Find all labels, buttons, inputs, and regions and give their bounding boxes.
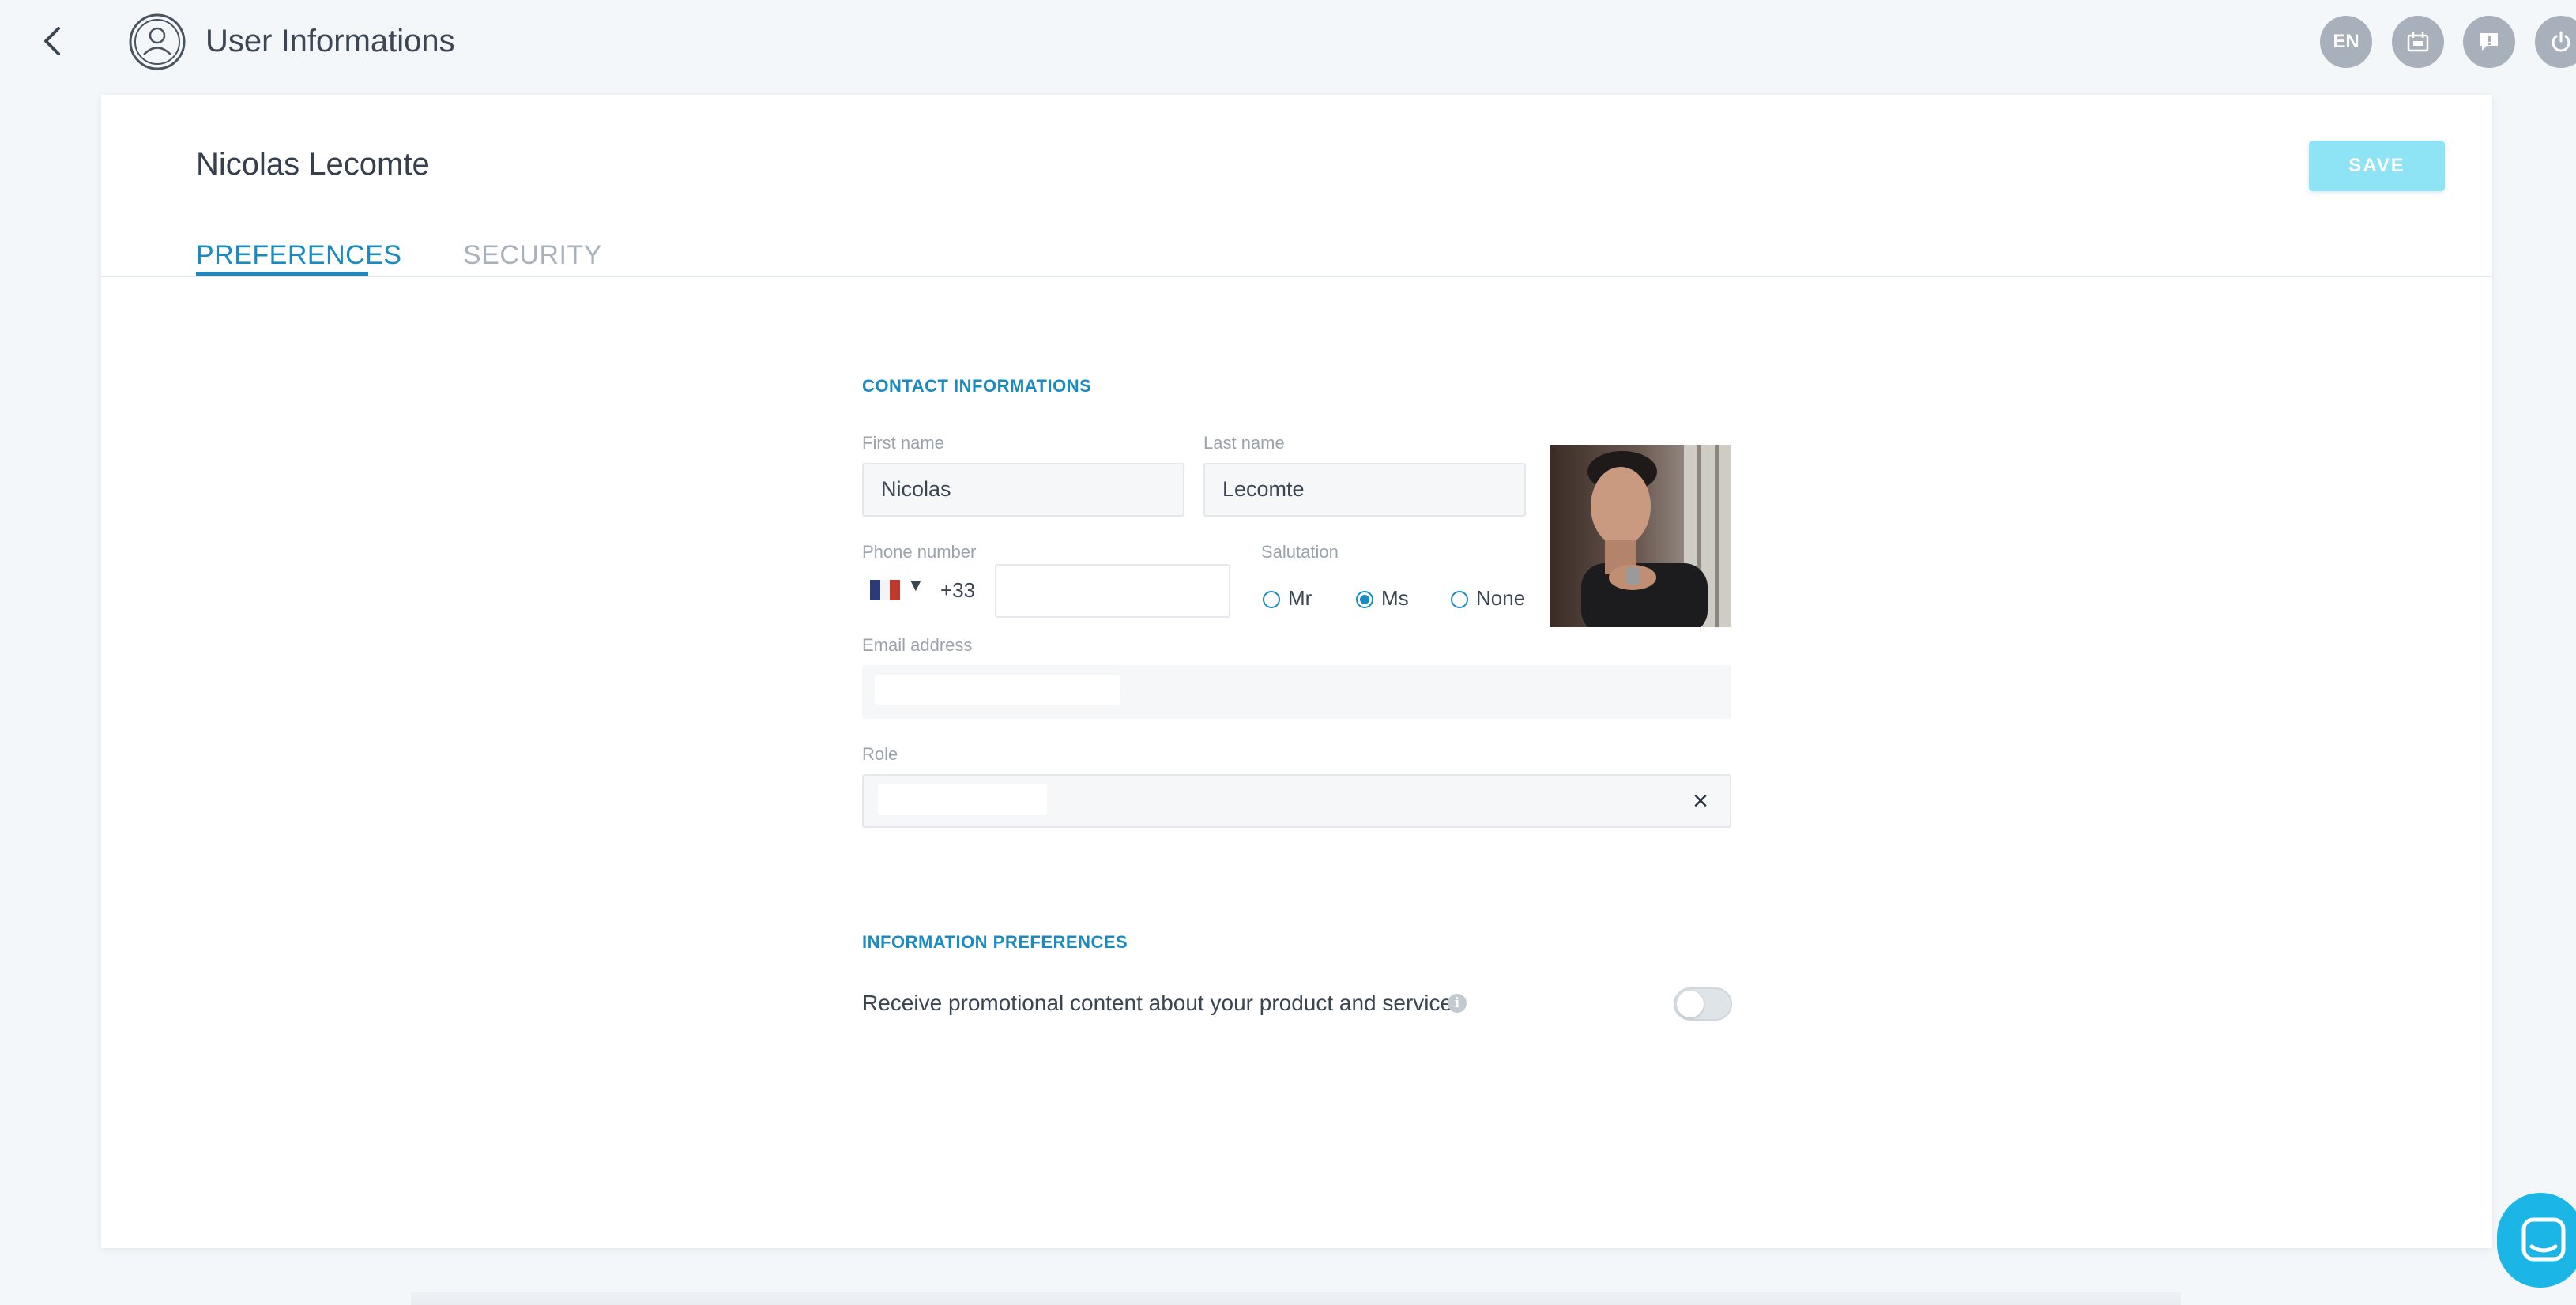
page-title: User Informations [205, 24, 455, 58]
chat-button[interactable] [2497, 1193, 2576, 1288]
user-avatar-icon [128, 13, 186, 71]
tab-preferences[interactable]: PREFERENCES [196, 237, 402, 273]
footer-shadow [411, 1292, 2181, 1305]
last-name-value: Lecomte [1222, 477, 1305, 501]
calendar-icon [2407, 32, 2429, 52]
tab-security[interactable]: SECURITY [463, 237, 602, 273]
role-label: Role [862, 744, 898, 764]
calendar-button[interactable] [2392, 16, 2444, 68]
profile-photo[interactable] [1550, 445, 1731, 627]
phone-number-field[interactable] [995, 564, 1230, 618]
salutation-radio-ms[interactable] [1356, 591, 1373, 608]
last-name-label: Last name [1203, 433, 1285, 453]
email-value-redacted [875, 675, 1120, 705]
tabs-divider [101, 276, 2492, 277]
promo-toggle[interactable] [1674, 987, 1732, 1021]
feedback-button[interactable] [2463, 16, 2515, 68]
back-button[interactable] [38, 24, 70, 58]
role-value-redacted [878, 784, 1047, 815]
user-display-name: Nicolas Lecomte [196, 147, 430, 182]
salutation-label-none[interactable]: None [1476, 586, 1525, 611]
feedback-icon [2480, 33, 2498, 51]
france-flag-icon[interactable] [870, 580, 901, 600]
language-button[interactable]: EN [2320, 16, 2372, 68]
contact-section-title: CONTACT INFORMATIONS [862, 376, 1092, 396]
email-label: Email address [862, 635, 973, 655]
phone-country-code: +33 [940, 578, 976, 602]
toggle-knob [1677, 991, 1704, 1017]
caret-down-icon[interactable]: ▼ [907, 575, 925, 596]
chat-icon [2521, 1217, 2566, 1262]
chevron-left-icon [44, 27, 60, 55]
salutation-radio-none[interactable] [1451, 591, 1468, 608]
power-button[interactable] [2535, 16, 2576, 68]
salutation-label: Salutation [1261, 542, 1339, 562]
salutation-radio-mr[interactable] [1263, 591, 1280, 608]
first-name-value: Nicolas [881, 477, 951, 501]
phone-label: Phone number [862, 542, 977, 562]
close-icon[interactable]: × [1688, 785, 1713, 817]
info-preferences-title: INFORMATION PREFERENCES [862, 932, 1128, 952]
promo-label: Receive promotional content about your p… [862, 991, 1464, 1015]
info-icon[interactable]: i [1448, 994, 1467, 1013]
save-button[interactable]: SAVE [2309, 141, 2445, 191]
power-icon [2552, 31, 2570, 52]
first-name-label: First name [862, 433, 944, 453]
salutation-label-mr[interactable]: Mr [1288, 586, 1312, 611]
salutation-label-ms[interactable]: Ms [1381, 586, 1409, 611]
